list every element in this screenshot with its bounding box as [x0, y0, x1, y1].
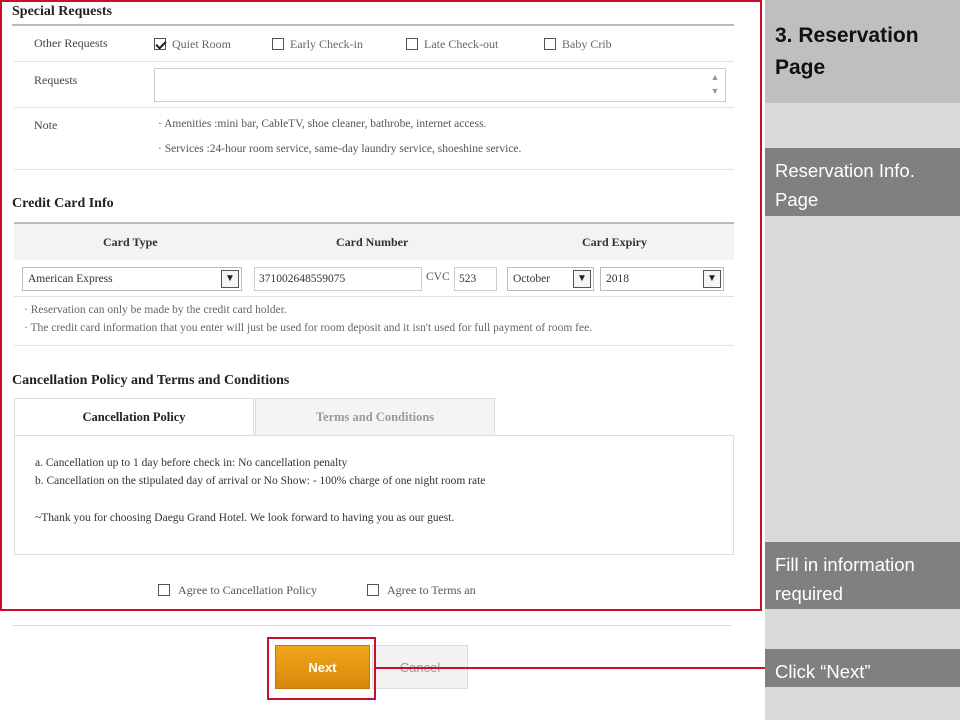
- agree-terms-checkbox[interactable]: [367, 584, 379, 597]
- row-divider: [14, 345, 734, 346]
- chevron-down-icon[interactable]: ▼: [573, 270, 591, 288]
- quiet-room-checkbox[interactable]: [154, 38, 166, 51]
- baby-crib-checkbox[interactable]: [544, 38, 556, 51]
- early-checkin-option[interactable]: Early Check-in: [272, 36, 363, 52]
- late-checkout-checkbox[interactable]: [406, 38, 418, 51]
- card-type-select[interactable]: American Express ▼: [22, 267, 242, 291]
- card-holder-note: · Reservation can only be made by the cr…: [24, 304, 287, 316]
- baby-crib-label: Baby Crib: [562, 36, 612, 51]
- card-deposit-note: · The credit card information that you e…: [24, 322, 593, 334]
- card-type-header: Card Type: [103, 235, 158, 249]
- instruction-sidebar: 3. Reservation Page Reservation Info. Pa…: [765, 0, 960, 720]
- baby-crib-option[interactable]: Baby Crib: [544, 36, 612, 52]
- note-amenities: · Amenities :mini bar, CableTV, shoe cle…: [158, 118, 487, 130]
- fill-info-box: Fill in information required: [765, 542, 960, 609]
- tab-terms-and-conditions[interactable]: Terms and Conditions: [255, 398, 495, 436]
- card-type-value: American Express: [28, 273, 113, 285]
- expiry-month-select[interactable]: October ▼: [507, 267, 594, 291]
- row-divider: [14, 296, 734, 297]
- click-next-box: Click “Next”: [765, 649, 960, 687]
- agree-terms-label: Agree to Terms an: [387, 582, 476, 597]
- card-number-input[interactable]: 371002648559075: [254, 267, 422, 291]
- page-name-box: Reservation Info. Page: [765, 148, 960, 216]
- agree-policy-checkbox[interactable]: [158, 584, 170, 597]
- cancellation-title: Cancellation Policy and Terms and Condit…: [12, 373, 290, 388]
- expiry-year-value: 2018: [606, 273, 629, 285]
- reservation-form-frame: Special Requests Other Requests Quiet Ro…: [0, 0, 762, 611]
- scroll-down-icon[interactable]: ▼: [707, 84, 723, 98]
- quiet-room-option[interactable]: Quiet Room: [154, 36, 231, 52]
- card-number-header: Card Number: [336, 235, 409, 249]
- early-checkin-label: Early Check-in: [290, 36, 363, 51]
- policy-panel: a. Cancellation up to 1 day before check…: [14, 435, 734, 555]
- quiet-room-label: Quiet Room: [172, 36, 231, 51]
- footer-divider: [12, 625, 732, 626]
- policy-thanks: ~Thank you for choosing Daegu Grand Hote…: [35, 512, 455, 524]
- other-requests-row: Other Requests: [14, 26, 734, 62]
- card-header-row: Card Type Card Number Card Expiry: [14, 222, 734, 260]
- agree-policy-label: Agree to Cancellation Policy: [178, 582, 317, 597]
- cvc-input[interactable]: 523: [454, 267, 497, 291]
- expiry-month-value: October: [513, 273, 551, 285]
- late-checkout-label: Late Check-out: [424, 36, 499, 51]
- early-checkin-checkbox[interactable]: [272, 38, 284, 51]
- requests-textarea[interactable]: ▲ ▼: [154, 68, 726, 102]
- chevron-down-icon[interactable]: ▼: [221, 270, 239, 288]
- expiry-year-select[interactable]: 2018 ▼: [600, 267, 724, 291]
- credit-card-title: Credit Card Info: [12, 196, 114, 211]
- policy-line-b: b. Cancellation on the stipulated day of…: [35, 475, 486, 487]
- next-highlight-box: [267, 637, 376, 700]
- agree-policy-option[interactable]: Agree to Cancellation Policy: [158, 582, 317, 598]
- note-services: · Services :24-hour room service, same-d…: [158, 143, 522, 155]
- textarea-scrollbar[interactable]: ▲ ▼: [707, 70, 723, 100]
- other-requests-label: Other Requests: [34, 36, 108, 50]
- cvc-label: CVC: [426, 271, 450, 283]
- policy-line-a: a. Cancellation up to 1 day before check…: [35, 457, 348, 469]
- tab-cancellation-policy[interactable]: Cancellation Policy: [14, 398, 254, 436]
- card-expiry-header: Card Expiry: [582, 235, 648, 249]
- agree-terms-option[interactable]: Agree to Terms an: [367, 582, 476, 598]
- callout-connector: [376, 667, 766, 669]
- chevron-down-icon[interactable]: ▼: [703, 270, 721, 288]
- late-checkout-option[interactable]: Late Check-out: [406, 36, 498, 52]
- note-label: Note: [34, 118, 58, 132]
- special-requests-title: Special Requests: [12, 4, 112, 19]
- requests-label: Requests: [34, 73, 78, 87]
- step-title: 3. Reservation Page: [765, 0, 960, 103]
- scroll-up-icon[interactable]: ▲: [707, 70, 723, 84]
